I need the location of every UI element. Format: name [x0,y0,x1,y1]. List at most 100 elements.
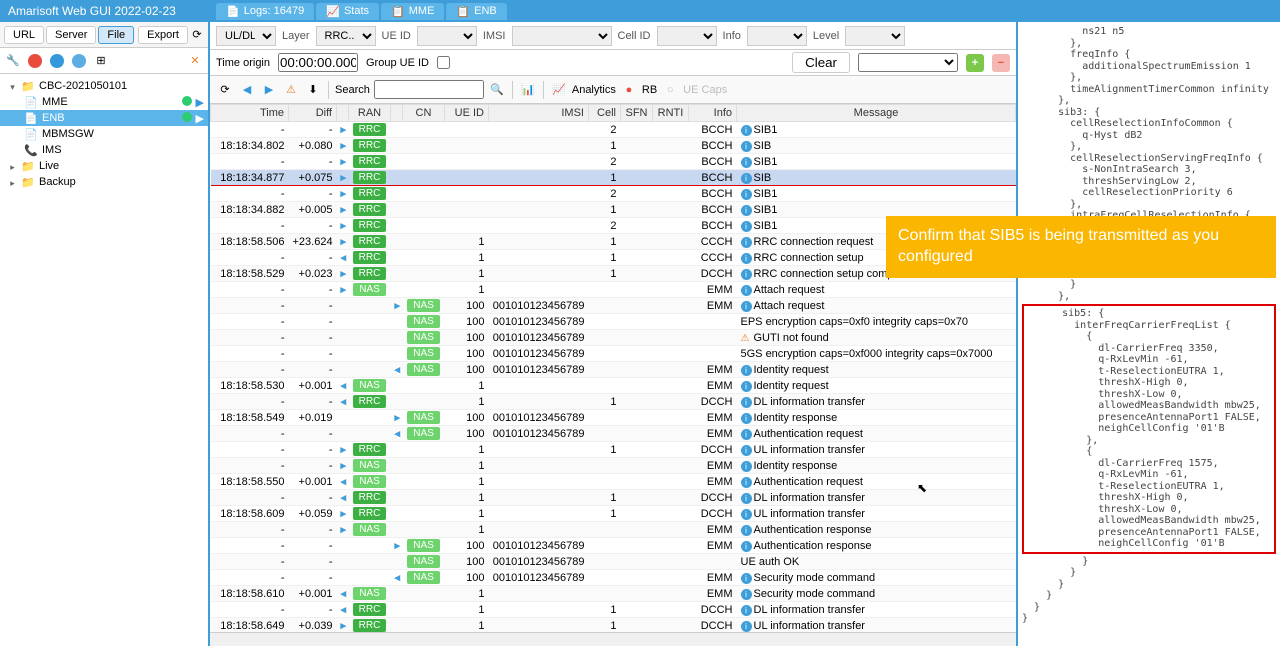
log-row[interactable]: --▸NAS100001010123456789EMMiAuthenticati… [211,538,1016,554]
tree-item-mbmsgw[interactable]: 📄 MBMSGW [0,126,208,142]
log-row[interactable]: --◂NAS100001010123456789EMMiIdentity req… [211,362,1016,378]
column-header[interactable]: Time [211,105,289,122]
uldl-select[interactable]: UL/DL [216,26,276,46]
column-header[interactable]: Info [689,105,737,122]
level-select[interactable] [845,26,905,46]
uecaps-icon[interactable]: ○ [661,81,679,99]
log-row[interactable]: --◂RRC11DCCHiDL information transfer [211,490,1016,506]
layer-select[interactable]: RRC.. [316,26,376,46]
tool-icon[interactable]: 🔧 [4,52,22,70]
app-title: Amarisoft Web GUI 2022-02-23 [8,4,176,18]
expand-icon[interactable]: ▸ [8,178,17,187]
imsi-select[interactable] [512,26,612,46]
group-ueid-checkbox[interactable] [437,56,450,69]
tree-live[interactable]: ▸ 📁 Live [0,158,208,174]
cellid-select[interactable] [657,26,717,46]
code-highlight: sib5: { interFreqCarrierFreqList { { dl-… [1022,304,1276,554]
server-button[interactable]: Server [46,26,96,44]
warning-icon[interactable]: ⚠ [282,81,300,99]
log-row[interactable]: --▸RRC2BCCHiSIB1 [211,186,1016,202]
search-input[interactable] [374,80,484,99]
export-button[interactable]: Export [138,26,188,44]
binoculars-icon[interactable]: 🔍 [488,81,506,99]
column-header[interactable]: Diff [289,105,337,122]
tab-enb[interactable]: 📋ENB [446,3,506,20]
column-header[interactable]: SFN [621,105,653,122]
log-row[interactable]: --▸RRC2BCCHiSIB1 [211,154,1016,170]
url-button[interactable]: URL [4,26,44,44]
tree-backup[interactable]: ▸ 📁 Backup [0,174,208,190]
chart-icon[interactable]: 📊 [519,81,537,99]
tree-root[interactable]: ▾ 📁 CBC-2021050101 [0,78,208,94]
column-header[interactable] [337,105,349,122]
log-row[interactable]: --▸RRC2BCCHiSIB1 [211,122,1016,138]
column-header[interactable]: Message [737,105,1016,122]
file-button[interactable]: File [98,26,134,44]
forward-icon[interactable]: ▶ [260,81,278,99]
log-row[interactable]: 18:18:58.530+0.001◂NAS1EMMiIdentity requ… [211,378,1016,394]
column-header[interactable]: RAN [349,105,391,122]
log-row[interactable]: --◂RRC11DCCHiDL information transfer [211,394,1016,410]
reload-icon[interactable] [70,52,88,70]
collapse-icon[interactable]: ▾ [8,82,17,91]
analytics-icon[interactable]: 📈 [550,81,568,99]
remove-button[interactable]: − [992,54,1010,72]
play-icon[interactable]: ▶ [196,96,204,109]
log-grid[interactable]: TimeDiff RAN CNUE IDIMSICellSFNRNTIInfoMes… [210,104,1016,632]
column-header[interactable] [391,105,403,122]
log-row[interactable]: --NAS100001010123456789EPS encryption ca… [211,314,1016,330]
log-row[interactable]: --NAS1000010101234567895GS encryption ca… [211,346,1016,362]
log-row[interactable]: 18:18:58.549+0.019▸NAS100001010123456789… [211,410,1016,426]
refresh-icon[interactable]: ⟳ [190,26,204,44]
log-row[interactable]: 18:18:58.649+0.039▸RRC11DCCHiUL informat… [211,618,1016,633]
log-row[interactable]: --▸NAS1EMMiAuthentication response [211,522,1016,538]
tree-item-ims[interactable]: 📞 IMS [0,142,208,158]
log-row[interactable]: 18:18:58.550+0.001◂NAS1EMMiAuthenticatio… [211,474,1016,490]
log-row[interactable]: --▸NAS100001010123456789EMMiAttach reque… [211,298,1016,314]
column-header[interactable]: Cell [589,105,621,122]
info-select[interactable] [747,26,807,46]
log-row[interactable]: --NAS100001010123456789⚠GUTI not found [211,330,1016,346]
detail-panel[interactable]: ns21 n5 }, freqInfo { additionalSpectrum… [1018,22,1280,646]
log-row[interactable]: 18:18:58.609+0.059▸RRC11DCCHiUL informat… [211,506,1016,522]
grid-icon[interactable]: ⊞ [92,52,110,70]
tree-item-mme[interactable]: 📄 MME ▶ [0,94,208,110]
log-row[interactable]: --◂RRC11DCCHiDL information transfer [211,602,1016,618]
refresh-icon[interactable]: ⟳ [216,81,234,99]
column-header[interactable]: UE ID [445,105,489,122]
log-row[interactable]: --◂NAS100001010123456789EMMiSecurity mod… [211,570,1016,586]
pause-icon[interactable] [48,52,66,70]
analytics-label[interactable]: Analytics [572,84,616,96]
stop-icon[interactable] [26,52,44,70]
expand-icon[interactable]: ▸ [8,162,17,171]
log-row[interactable]: --▸NAS1EMMiIdentity response [211,458,1016,474]
ueid-select[interactable] [417,26,477,46]
column-header[interactable]: CN [403,105,445,122]
time-origin-input[interactable] [278,53,358,72]
column-header[interactable]: RNTI [653,105,689,122]
log-row[interactable]: --◂NAS100001010123456789EMMiAuthenticati… [211,426,1016,442]
h-scrollbar[interactable] [210,632,1016,646]
column-header[interactable]: IMSI [489,105,589,122]
log-row[interactable]: 18:18:58.610+0.001◂NAS1EMMiSecurity mode… [211,586,1016,602]
rb-icon[interactable]: ● [620,81,638,99]
tab-stats[interactable]: 📈Stats [316,3,379,20]
code-bottom: } } } } } } [1022,556,1276,625]
close-icon[interactable]: ✕ [186,52,204,70]
add-button[interactable]: + [966,54,984,72]
tab-logs[interactable]: 📄Logs: 16479 [216,3,314,20]
down-icon[interactable]: ⬇ [304,81,322,99]
log-row[interactable]: --▸RRC11DCCHiUL information transfer [211,442,1016,458]
log-row[interactable]: --▸NAS1EMMiAttach request [211,282,1016,298]
play-icon[interactable]: ▶ [196,112,204,125]
rb-label[interactable]: RB [642,84,657,96]
tree-item-enb[interactable]: 📄 ENB ▶ [0,110,208,126]
log-row[interactable]: 18:18:34.802+0.080▸RRC1BCCHiSIB [211,138,1016,154]
log-row[interactable]: 18:18:34.877+0.075▸RRC1BCCHiSIB [211,170,1016,186]
log-row[interactable]: --NAS100001010123456789UE auth OK [211,554,1016,570]
back-icon[interactable]: ◀ [238,81,256,99]
stats-icon: 📈 [326,5,340,18]
tab-mme[interactable]: 📋MME [381,3,444,20]
clear-select[interactable] [858,53,958,72]
clear-button[interactable]: Clear [792,52,850,73]
